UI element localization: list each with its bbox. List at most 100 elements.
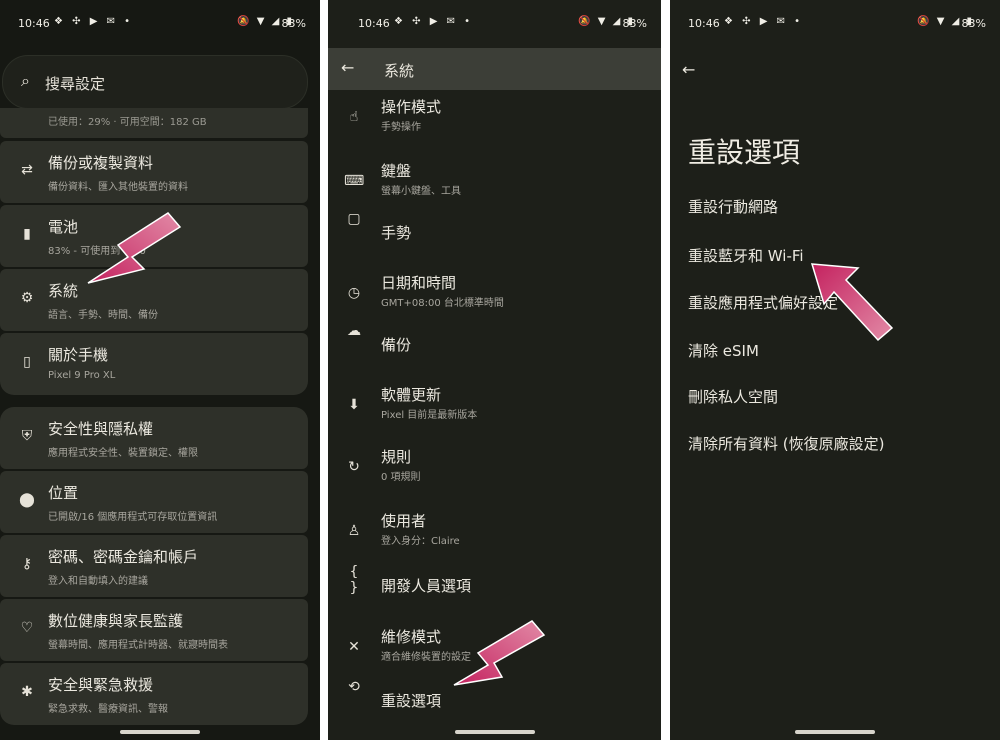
gear-icon: ⚙ [20,290,34,306]
settings-item-subtitle: 備份資料、匯入其他裝置的資料 [48,182,188,193]
system-item-developer-options[interactable]: { } 開發人員選項 [328,555,661,615]
status-bar: 10:46 ❖ ✣ ▶ ✉ • 🔕 ▼ ◢ ▮ 83% [328,0,661,48]
keyboard-icon: ⌨ [344,173,365,189]
settings-item-title: 安全與緊急救援 [48,676,154,694]
status-bar: 10:46 ❖ ✣ ▶ ✉ • 🔕 ▼ ◢ ▮ 83% [670,0,1000,48]
system-item-title: 手勢 [381,224,412,242]
notification-icons: ❖ ✣ ▶ ✉ • [724,16,804,27]
backup-restore-icon: ⇄ [21,162,33,178]
settings-item-subtitle: 語言、手勢、時間、備份 [48,310,158,321]
settings-item-emergency[interactable]: ✱ 安全與緊急救援緊急求救、醫療資訊、警報 [0,663,308,725]
settings-item-title: 安全性與隱私權 [48,420,154,438]
system-item-gesture-hand[interactable]: ☝ 操作模式手勢操作 [328,92,661,152]
system-item-title: 操作模式 [381,98,442,116]
system-item-title: 備份 [381,336,412,354]
settings-item-backup-restore[interactable]: ⇄ 備份或複製資料備份資料、匯入其他裝置的資料 [0,141,308,203]
system-item-title: 維修模式 [381,628,442,646]
system-item-title: 軟體更新 [381,386,442,404]
system-settings-screen: 10:46 ❖ ✣ ▶ ✉ • 🔕 ▼ ◢ ▮ 83% ← 系統 ☝ 操作模式手勢… [328,0,661,740]
gestures-icon: ▢ [347,211,361,227]
gesture-hand-icon: ☝ [349,109,359,125]
settings-item-shield[interactable]: ⛨ 安全性與隱私權 應用程式安全性、裝置鎖定、權限 [0,407,308,469]
status-time: 10:46 [358,17,390,30]
reset-option-2[interactable]: 重設藍牙和 Wi-Fi [688,245,804,266]
gesture-nav-bar [120,730,200,734]
system-item-cloud-backup[interactable]: ☁ 備份 [328,314,661,374]
clock-icon: ◷ [347,285,361,301]
reset-option-6[interactable]: 清除所有資料 (恢復原廠設定) [688,433,884,454]
system-item-title: 規則 [381,448,412,466]
settings-main-screen: 10:46 ❖ ✣ ▶ ✉ • 🔕 ▼ ◢ ▮ 83% ⌕ 搜尋設定 已使用：2… [0,0,320,740]
search-icon: ⌕ [21,71,30,90]
status-bar: 10:46 ❖ ✣ ▶ ✉ • 🔕 ▼ ◢ ▮ 83% [0,0,320,48]
settings-item-phone[interactable]: ▯ 關於手機 Pixel 9 Pro XL [0,333,308,395]
settings-item-title: 數位健康與家長監護 [48,612,184,630]
wellbeing-icon: ♡ [20,620,34,636]
storage-item-partial[interactable]: 已使用：29% · 可用空間：182 GB [0,108,308,138]
system-item-subtitle: 手勢操作 [381,122,421,133]
reset-option-5[interactable]: 刪除私人空間 [688,386,778,407]
battery-percent: 83% [622,17,647,30]
settings-item-title: 系統 [48,282,79,300]
settings-item-subtitle: 83% - 可使用到 9:00 [48,246,146,257]
reset-history-icon: ⟲ [348,679,360,695]
system-item-subtitle: 螢幕小鍵盤、工具 [381,186,461,197]
cloud-backup-icon: ☁ [347,323,361,339]
system-item-title: 鍵盤 [381,162,412,180]
settings-item-title: 位置 [48,484,79,502]
system-item-subtitle: 0 項規則 [381,472,421,483]
system-item-title: 使用者 [381,512,427,530]
settings-item-subtitle: 已開啟/16 個應用程式可存取位置資訊 [48,512,218,523]
settings-item-subtitle: 應用程式安全性、裝置鎖定、權限 [48,448,198,459]
top-app-bar: ← 系統 [328,48,661,90]
system-item-gestures[interactable]: ▢ 手勢 [328,202,661,262]
page-title: 系統 [384,62,415,80]
notification-icons: ❖ ✣ ▶ ✉ • [54,16,134,27]
gesture-nav-bar [454,730,535,734]
settings-item-key[interactable]: ⚷ 密碼、密碼金鑰和帳戶 登入和自動填入的建議 [0,535,308,597]
settings-item-subtitle: 登入和自動填入的建議 [48,576,148,587]
gesture-nav-bar [795,730,875,734]
storage-subtitle: 已使用：29% · 可用空間：182 GB [48,117,207,128]
system-item-title: 日期和時間 [381,274,457,292]
search-placeholder: 搜尋設定 [45,75,106,93]
search-settings-bar[interactable]: ⌕ 搜尋設定 [2,55,308,109]
repair-tools-icon: ✕ [348,639,360,655]
system-item-subtitle: 登入身分：Claire [381,536,460,547]
emergency-icon: ✱ [21,684,33,700]
system-item-subtitle: Pixel 目前是最新版本 [381,410,478,421]
settings-item-title: 電池 [48,218,79,236]
system-item-title: 重設選項 [381,692,442,710]
system-item-reset-history[interactable]: ⟲ 重設選項 [328,670,661,730]
system-item-system-update[interactable]: ⬇ 軟體更新 Pixel 目前是最新版本 [328,380,661,440]
back-arrow-icon[interactable]: ← [682,60,695,79]
settings-item-subtitle: 緊急求救、醫療資訊、警報 [48,704,168,715]
settings-item-title: 備份或複製資料 [48,154,154,172]
status-time: 10:46 [18,17,50,30]
back-arrow-icon[interactable]: ← [341,58,354,77]
system-item-rules[interactable]: ↻ 規則 0 項規則 [328,442,661,502]
system-item-subtitle: GMT+08:00 台北標準時間 [381,298,504,309]
system-item-title: 開發人員選項 [381,577,472,595]
settings-item-subtitle: Pixel 9 Pro XL [48,370,116,381]
key-icon: ⚷ [21,556,33,572]
rules-icon: ↻ [348,459,360,475]
settings-item-location-pin[interactable]: ⬤ 位置已開啟/16 個應用程式可存取位置資訊 [0,471,308,533]
settings-item-gear[interactable]: ⚙ 系統語言、手勢、時間、備份 [0,269,308,331]
reset-option-4[interactable]: 清除 eSIM [688,340,759,361]
settings-item-battery[interactable]: ▮ 電池 83% - 可使用到 9:00 [0,205,308,267]
phone-icon: ▯ [23,354,31,370]
location-pin-icon: ⬤ [19,492,35,508]
system-item-subtitle: 適合維修裝置的設定 [381,652,471,663]
reset-option-1[interactable]: 重設行動網路 [688,196,778,217]
page-title: 重設選項 [688,136,801,169]
reset-option-3[interactable]: 重設應用程式偏好設定 [688,292,838,313]
settings-item-title: 關於手機 [48,346,109,364]
user-icon: ♙ [347,523,361,539]
developer-options-icon: { } [349,564,359,596]
settings-item-subtitle: 螢幕時間、應用程式計時器、就寢時間表 [48,640,228,651]
battery-icon: ▮ [23,226,31,242]
status-time: 10:46 [688,17,720,30]
battery-percent: 83% [281,17,306,30]
settings-item-wellbeing[interactable]: ♡ 數位健康與家長監護螢幕時間、應用程式計時器、就寢時間表 [0,599,308,661]
